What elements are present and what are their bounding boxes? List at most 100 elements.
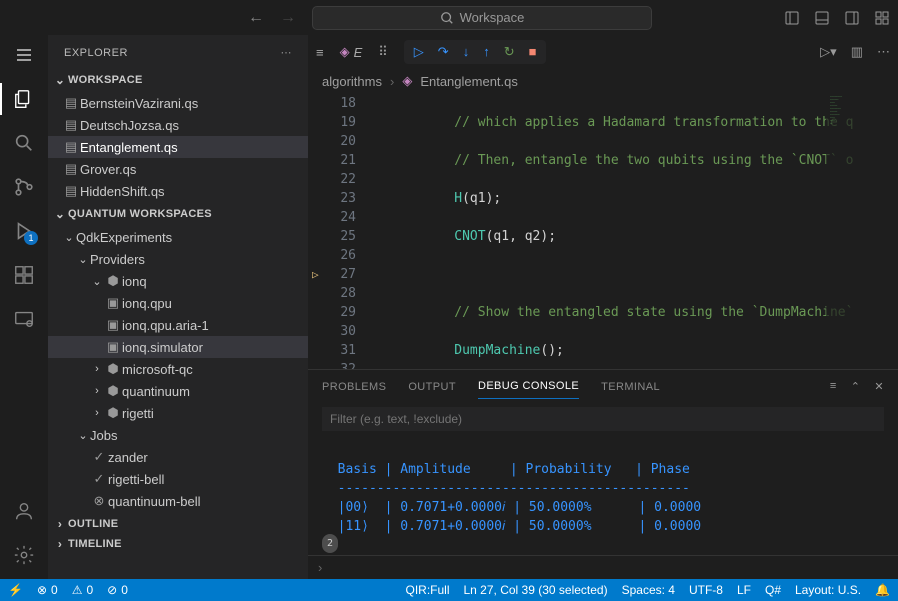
job-item[interactable]: ✓rigetti-bell [48, 468, 308, 490]
accounts-icon[interactable] [12, 499, 36, 523]
file-icon: ▤ [62, 183, 80, 199]
nav-back-icon[interactable]: ← [248, 9, 264, 27]
run-debug-icon[interactable]: 1 [12, 219, 36, 243]
tree-target[interactable]: ▣ionq.qpu [48, 292, 308, 314]
chevron-down-icon: ⌄ [90, 275, 104, 288]
file-icon: ▤ [62, 117, 80, 133]
remote-indicator[interactable]: ⚡ [8, 583, 23, 597]
file-tree: ▤BernsteinVazirani.qs ▤DeutschJozsa.qs ▤… [48, 90, 308, 204]
status-position[interactable]: Ln 27, Col 39 (30 selected) [464, 583, 608, 597]
split-icon[interactable]: ▥ [851, 44, 863, 60]
extensions-icon[interactable] [12, 263, 36, 287]
quantum-section[interactable]: ⌄ QUANTUM WORKSPACES [48, 204, 308, 224]
job-item[interactable]: ⊗quantinuum-bell [48, 490, 308, 512]
status-errors[interactable]: ⊗ 0 [37, 583, 58, 597]
console-output[interactable]: Basis | Amplitude | Probability | Phase … [308, 435, 898, 555]
tree-provider[interactable]: ›⬢microsoft-qc [48, 358, 308, 380]
remote-explorer-icon[interactable] [12, 307, 36, 331]
fold-badge[interactable]: 2 [322, 534, 338, 553]
error-icon: ⊗ [90, 493, 108, 509]
bell-icon[interactable]: 🔔 [875, 583, 890, 597]
tree-jobs[interactable]: ⌄Jobs [48, 424, 308, 446]
layout-right-icon[interactable] [844, 10, 860, 26]
console-filter-input[interactable] [322, 407, 884, 431]
panel-settings-icon[interactable]: ≡ [830, 380, 837, 393]
file-item-active[interactable]: ▤Entanglement.qs [48, 136, 308, 158]
tree-target[interactable]: ▣ionq.qpu.aria-1 [48, 314, 308, 336]
explorer-icon[interactable] [12, 87, 36, 111]
menu-icon[interactable] [12, 43, 36, 67]
editor-more-icon[interactable]: ⋯ [877, 44, 890, 60]
breadcrumb[interactable]: algorithms › ◈ Entanglement.qs [308, 70, 898, 92]
file-item[interactable]: ▤DeutschJozsa.qs [48, 114, 308, 136]
tab-debug-console[interactable]: DEBUG CONSOLE [478, 374, 579, 399]
run-icon[interactable]: ▷▾ [820, 44, 837, 60]
editor-tab[interactable]: ◈E [334, 42, 369, 62]
step-into-icon[interactable]: ↓ [463, 44, 470, 60]
file-item[interactable]: ▤HiddenShift.qs [48, 180, 308, 202]
breakpoint-icon[interactable]: ▷ [312, 265, 319, 284]
timeline-section[interactable]: ›TIMELINE [48, 534, 308, 554]
layout-left-icon[interactable] [784, 10, 800, 26]
file-icon: ▤ [62, 161, 80, 177]
status-encoding[interactable]: UTF-8 [689, 583, 723, 597]
source-control-icon[interactable] [12, 175, 36, 199]
sidebar-title: EXPLORER ⋯ [48, 35, 308, 70]
check-icon: ✓ [90, 449, 108, 465]
panel-maximize-icon[interactable]: ⌃ [851, 380, 861, 393]
qsharp-icon: ◈ [402, 73, 412, 89]
status-ports[interactable]: ⊘ 0 [107, 583, 128, 597]
chevron-down-icon: ⌄ [52, 207, 68, 221]
workspace-section[interactable]: ⌄ WORKSPACE [48, 70, 308, 90]
job-item[interactable]: ✓zander [48, 446, 308, 468]
continue-icon[interactable]: ▷ [414, 44, 424, 60]
chevron-right-icon: › [90, 385, 104, 397]
chevron-down-icon: ⌄ [76, 429, 90, 442]
tree-target-selected[interactable]: ▣ionq.simulator [48, 336, 308, 358]
minimap[interactable]: ▬▬▬▬▬▬▬▬▬▬ ▬▬▬▬▬▬▬ ▬▬▬▬ ▬▬▬▬▬▬ ▬▬▬▬▬▬▬▬▬… [826, 92, 898, 369]
status-lang[interactable]: Q# [765, 583, 781, 597]
status-layout[interactable]: Layout: U.S. [795, 583, 861, 597]
chevron-down-icon: ⌄ [62, 231, 76, 244]
check-icon: ✓ [90, 471, 108, 487]
tree-provider[interactable]: ›⬢quantinuum [48, 380, 308, 402]
tab-output[interactable]: OUTPUT [408, 375, 456, 399]
status-warnings[interactable]: ⚠ 0 [72, 583, 93, 597]
target-icon: ▣ [104, 295, 122, 311]
settings-icon[interactable] [12, 543, 36, 567]
repl-input[interactable]: › [308, 555, 898, 579]
file-item[interactable]: ▤BernsteinVazirani.qs [48, 92, 308, 114]
tree-root[interactable]: ⌄QdkExperiments [48, 226, 308, 248]
panel-tabs: PROBLEMS OUTPUT DEBUG CONSOLE TERMINAL ≡… [308, 370, 898, 403]
tree-provider[interactable]: ›⬢rigetti [48, 402, 308, 424]
status-eol[interactable]: LF [737, 583, 751, 597]
step-over-icon[interactable]: ↷ [438, 44, 449, 60]
layout-grid-icon[interactable] [874, 10, 890, 26]
chevron-down-icon: ⌄ [52, 73, 68, 87]
chevron-down-icon: ⌄ [76, 253, 90, 266]
code-content[interactable]: // which applies a Hadamard transformati… [376, 92, 898, 369]
step-out-icon[interactable]: ↑ [483, 44, 490, 60]
outline-section[interactable]: ›OUTLINE [48, 514, 308, 534]
command-center[interactable]: Workspace [312, 6, 652, 30]
restart-icon[interactable]: ↻ [504, 44, 515, 60]
tree-providers[interactable]: ⌄Providers [48, 248, 308, 270]
chevron-right-icon: › [90, 363, 104, 375]
editor-toolbar: ≡ ◈E ⠿ ▷ ↷ ↓ ↑ ↻ ■ ▷▾ ▥ ⋯ [308, 35, 898, 70]
status-spaces[interactable]: Spaces: 4 [622, 583, 675, 597]
debug-controls: ▷ ↷ ↓ ↑ ↻ ■ [404, 40, 547, 64]
tab-problems[interactable]: PROBLEMS [322, 375, 386, 399]
nav-forward-icon[interactable]: → [280, 9, 296, 27]
status-qir[interactable]: QIR:Full [405, 583, 449, 597]
search-activity-icon[interactable] [12, 131, 36, 155]
more-icon[interactable]: ⋯ [281, 46, 293, 59]
tree-ionq[interactable]: ⌄⬢ionq [48, 270, 308, 292]
tab-terminal[interactable]: TERMINAL [601, 375, 660, 399]
menu-toggle-icon[interactable]: ≡ [316, 45, 324, 60]
panel-close-icon[interactable]: ✕ [874, 380, 884, 393]
code-editor[interactable]: 181920212223242526 ▷27 2829303132 // whi… [308, 92, 898, 369]
stop-icon[interactable]: ■ [529, 44, 537, 60]
layout-bottom-icon[interactable] [814, 10, 830, 26]
list-icon[interactable]: ⠿ [378, 44, 388, 60]
file-item[interactable]: ▤Grover.qs [48, 158, 308, 180]
